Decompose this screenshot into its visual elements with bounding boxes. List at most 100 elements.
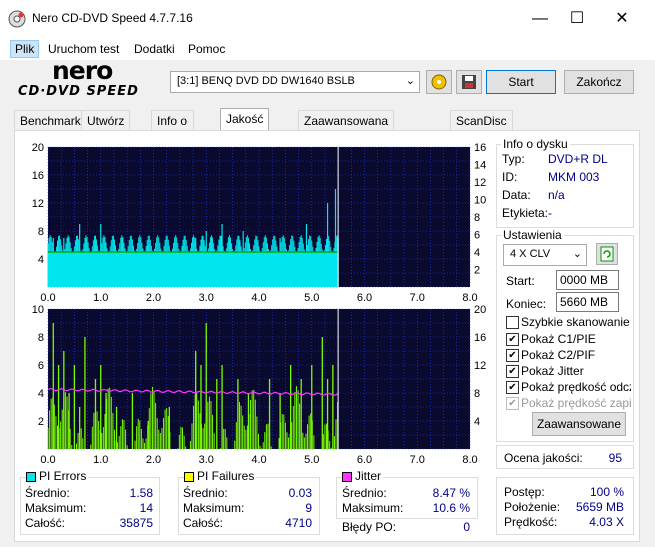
advanced-button[interactable]: Zaawansowane	[532, 412, 626, 436]
close-button[interactable]: ✕	[607, 8, 637, 30]
tab-benchmark[interactable]: Benchmark	[14, 110, 87, 131]
start-input[interactable]: 0000 MB	[556, 270, 619, 290]
bottom-chart-y-tick-left: 6	[38, 360, 44, 372]
top-chart-x-tick: 4.0	[251, 292, 266, 304]
id-label: ID:	[502, 170, 518, 184]
top-chart-y-tick-right: 8	[474, 212, 480, 224]
pif-max-label: Maksimum:	[183, 501, 245, 515]
top-chart-y-tick-left: 12	[32, 198, 44, 210]
label-label: Etykieta:	[502, 206, 549, 220]
eject-button[interactable]	[426, 70, 452, 94]
chevron-down-icon: ⌄	[405, 75, 415, 87]
app-icon	[8, 10, 26, 28]
bottom-chart-x-tick: 7.0	[410, 454, 425, 466]
speed-select[interactable]: 4 X CLV ⌄	[503, 244, 587, 266]
bottom-chart-y-tick-right: 12	[474, 360, 486, 372]
bottom-chart-x-tick: 0.0	[40, 454, 55, 466]
jitter-max-value: 10.6 %	[432, 501, 470, 515]
position-value: 5659 MB	[575, 500, 624, 514]
top-chart-x-tick: 3.0	[199, 292, 214, 304]
settings-title: Ustawienia	[501, 228, 564, 242]
jitter-avg-value: 8.47 %	[432, 486, 470, 500]
jitter-avg-label: Średnio:	[342, 486, 387, 500]
disc-info-title: Info o dysku	[501, 137, 570, 151]
quick-scan-label: Szybkie skanowanie	[521, 315, 630, 329]
tab-disc-quality[interactable]: Jakość dysku	[220, 108, 270, 146]
top-chart-x-tick: 5.0	[304, 292, 319, 304]
nero-logo: nero	[52, 56, 113, 85]
show-read-speed-checkbox[interactable]: ✔	[506, 381, 519, 394]
show-write-speed-label: Pokaż prędkość zapisu	[521, 396, 631, 410]
top-chart-x-tick: 0.0	[40, 292, 55, 304]
bottom-chart-x-tick: 6.0	[357, 454, 372, 466]
maximize-button[interactable]: ☐	[562, 8, 592, 30]
menu-run-test[interactable]: Uruchom test	[44, 41, 123, 57]
refresh-icon	[600, 246, 614, 262]
pie-total-label: Całość:	[25, 516, 66, 530]
show-jitter-checkbox[interactable]: ✔	[506, 365, 519, 378]
show-pif-checkbox[interactable]: ✔	[506, 349, 519, 362]
bottom-chart-y-tick-right: 20	[474, 304, 486, 316]
progress-label: Postęp:	[504, 485, 545, 499]
tab-scandisc[interactable]: ScanDisc	[450, 110, 513, 131]
speed-select-value: 4 X CLV	[510, 248, 551, 260]
bottom-chart-x-tick: 8.0	[462, 454, 477, 466]
charts-area: 0.0 1.0 2.0 3.0 4.0 5.0 6.0 7.0 8.02016128416141…	[32, 142, 487, 466]
show-read-speed-label: Pokaż prędkość odczyt	[521, 380, 631, 394]
start-button[interactable]: Start	[486, 70, 556, 94]
minimize-button[interactable]: —	[525, 8, 555, 30]
drive-select[interactable]: [3:1] BENQ DVD DD DW1640 BSLB ⌄	[170, 71, 420, 93]
bottom-chart-y-tick-left: 10	[32, 304, 44, 316]
show-write-speed-checkbox: ✔	[506, 397, 519, 410]
top-chart-y-tick-left: 16	[32, 170, 44, 182]
bottom-chart-y-tick-left: 4	[38, 388, 44, 400]
drive-select-value: [3:1] BENQ DVD DD DW1640 BSLB	[177, 75, 355, 87]
menu-help[interactable]: Pomoc	[184, 41, 229, 57]
top-chart-y-tick-right: 14	[474, 160, 486, 172]
top-chart-y-tick-right: 4	[474, 247, 480, 259]
pi-errors-title: PI Errors	[37, 469, 89, 483]
menu-extras[interactable]: Dodatki	[130, 41, 179, 57]
pie-total-value: 35875	[119, 516, 153, 530]
tab-create-disc[interactable]: Utwórz dysk	[81, 110, 131, 148]
end-input[interactable]: 5660 MB	[556, 292, 619, 312]
type-label: Typ:	[502, 152, 525, 166]
top-chart-y-tick-left: 8	[38, 226, 44, 238]
progress-value: 100 %	[589, 485, 624, 499]
show-jitter-label: Pokaż Jitter	[521, 364, 584, 378]
pi-errors-swatch	[26, 472, 36, 482]
end-button[interactable]: Zakończ	[564, 70, 634, 94]
bottom-chart-y-tick-right: 4	[474, 416, 480, 428]
pif-total-value: 4710	[285, 516, 312, 530]
menu-file[interactable]: Plik	[10, 40, 40, 58]
save-button[interactable]	[456, 70, 482, 94]
quality-value: 95	[608, 451, 622, 465]
top-chart-y-tick-right: 6	[474, 230, 480, 242]
po-errors-value: 0	[463, 520, 470, 534]
date-label: Data:	[502, 188, 531, 202]
bottom-chart-x-tick: 1.0	[93, 454, 108, 466]
quick-scan-checkbox[interactable]	[506, 316, 519, 329]
chevron-down-icon: ⌄	[572, 248, 582, 260]
id-value: MKM 003	[548, 170, 600, 184]
jitter-title: Jitter	[353, 469, 384, 483]
top-chart-x-tick: 1.0	[93, 292, 108, 304]
refresh-button[interactable]	[596, 243, 618, 265]
show-pie-checkbox[interactable]: ✔	[506, 333, 519, 346]
quality-label: Ocena jakości:	[504, 451, 583, 465]
pie-max-label: Maksimum:	[25, 501, 87, 515]
bottom-chart-y-tick-left: 8	[38, 332, 44, 344]
jitter-swatch	[342, 472, 352, 482]
speed-value: 4.03 X	[589, 515, 624, 529]
tab-advanced-quality[interactable]: Zaawansowana jakość dysku	[298, 110, 395, 148]
pie-avg-value: 1.58	[129, 486, 153, 500]
start-label: Start:	[506, 274, 535, 288]
pif-avg-label: Średnio:	[183, 486, 228, 500]
bottom-chart-y-tick-left: 2	[38, 416, 44, 428]
jitter-max-label: Maksimum:	[342, 501, 404, 515]
top-chart-y-tick-left: 4	[38, 254, 44, 266]
tab-disc-info[interactable]: Info o dysku	[151, 110, 195, 148]
eject-icon	[431, 74, 447, 90]
show-pie-label: Pokaż C1/PIE	[521, 332, 596, 346]
top-chart-y-tick-right: 12	[474, 177, 486, 189]
